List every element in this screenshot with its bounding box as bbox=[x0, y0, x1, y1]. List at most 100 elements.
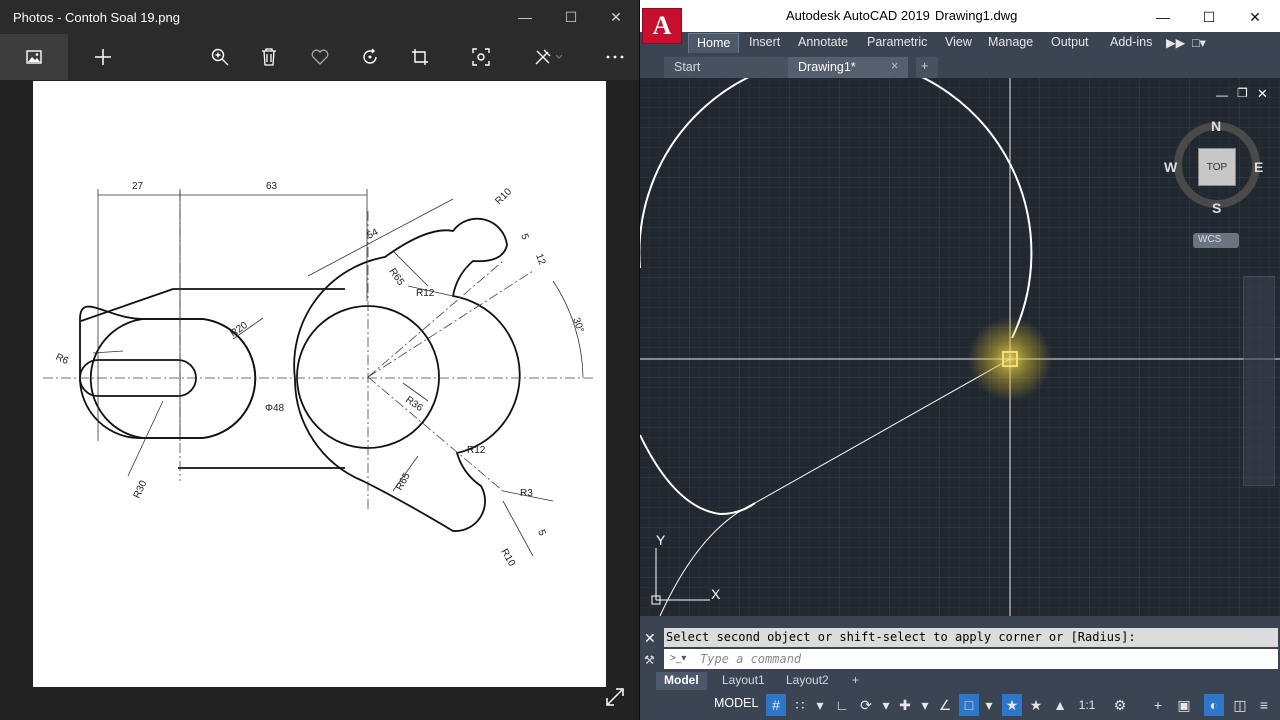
photos-titlebar: Photos - Contoh Soal 19.png — ☐ ✕ bbox=[0, 0, 639, 34]
isodraft-dropdown-icon[interactable]: ▾ bbox=[915, 694, 935, 716]
centerline-upper bbox=[367, 260, 504, 378]
favorite-icon[interactable] bbox=[297, 34, 343, 80]
zoom-in-icon[interactable] bbox=[197, 34, 243, 80]
annotation-scale-icon[interactable]: ▲ bbox=[1050, 694, 1070, 716]
viewport-minimize-icon[interactable]: — bbox=[1216, 88, 1228, 102]
label-r36: R36 bbox=[403, 394, 425, 414]
close-icon[interactable]: ✕ bbox=[1232, 0, 1278, 34]
workspace-gear-icon[interactable]: ⚙ bbox=[1110, 694, 1130, 716]
wcs-menu[interactable]: WCS bbox=[1193, 233, 1239, 248]
tab-parametric[interactable]: Parametric bbox=[859, 33, 935, 53]
dimension-54 bbox=[307, 198, 454, 277]
new-tab-icon[interactable]: + bbox=[916, 57, 938, 78]
polar-dropdown-icon[interactable]: ▾ bbox=[876, 694, 896, 716]
snap-icon[interactable]: ∷ bbox=[790, 694, 810, 716]
close-tab-icon[interactable]: × bbox=[891, 59, 898, 73]
rotate-icon[interactable] bbox=[347, 34, 393, 80]
viewcube-top-face[interactable]: TOP bbox=[1198, 148, 1236, 186]
ortho-icon[interactable]: ∟ bbox=[832, 694, 852, 716]
tab-output[interactable]: Output bbox=[1043, 33, 1097, 53]
dimension-lines-top bbox=[97, 189, 368, 441]
viewport-restore-icon[interactable]: ❐ bbox=[1237, 86, 1248, 100]
label-r6: R6 bbox=[54, 352, 71, 368]
annotation-scale-value[interactable]: 1:1 bbox=[1074, 694, 1100, 716]
object-snap-tracking-icon[interactable]: ∠ bbox=[935, 694, 955, 716]
ucs-x-label: X bbox=[711, 586, 721, 602]
ribbon-options-icon[interactable]: □▾ bbox=[1184, 33, 1214, 53]
annotation-visibility-icon[interactable]: ★ bbox=[1002, 694, 1022, 716]
model-space-button[interactable]: MODEL bbox=[714, 696, 758, 710]
object-snap-dropdown-icon[interactable]: ▾ bbox=[979, 694, 999, 716]
object-snap-icon[interactable]: □ bbox=[959, 694, 979, 716]
viewport-close-icon[interactable]: ✕ bbox=[1257, 86, 1268, 102]
compass-north[interactable]: N bbox=[1211, 118, 1221, 134]
label-r10-top: R10 bbox=[493, 186, 514, 207]
autocad-window: A Autodesk AutoCAD 2019 Drawing1.dwg — ☐… bbox=[640, 0, 1280, 720]
compass-east[interactable]: E bbox=[1254, 159, 1263, 175]
autocad-app-menu-button[interactable]: A bbox=[642, 8, 682, 44]
doc-tab-start[interactable]: Start bbox=[664, 57, 788, 78]
close-icon[interactable]: ✕ bbox=[593, 0, 639, 34]
annotation-monitor-icon[interactable]: + bbox=[1148, 694, 1168, 716]
grid-icon[interactable]: # bbox=[766, 694, 786, 716]
viewcube[interactable]: TOP N S E W bbox=[1164, 118, 1263, 216]
doc-tab-drawing1[interactable]: Drawing1* × bbox=[788, 57, 908, 78]
drawing-canvas[interactable]: Y X — ❐ ✕ TOP N S E W WCS bbox=[640, 78, 1280, 616]
edit-icon[interactable] bbox=[526, 34, 572, 80]
tab-layout2[interactable]: Layout2 bbox=[778, 672, 837, 690]
close-command-line-icon[interactable]: ✕ bbox=[644, 630, 656, 647]
isolate-objects-icon[interactable]: ◐ bbox=[1204, 694, 1224, 716]
more-icon[interactable] bbox=[592, 34, 638, 80]
enhance-icon[interactable] bbox=[458, 34, 504, 80]
command-history: Select second object or shift-select to … bbox=[664, 628, 1278, 647]
auto-scale-icon[interactable]: ★ bbox=[1026, 694, 1046, 716]
command-input[interactable]: Type a command bbox=[664, 649, 1278, 669]
dim-27: 27 bbox=[132, 181, 144, 192]
label-r65-bottom: R65 bbox=[394, 471, 413, 493]
customize-icon[interactable]: ⚒ bbox=[644, 653, 655, 667]
add-icon[interactable] bbox=[80, 34, 126, 80]
label-phi48: Φ48 bbox=[265, 403, 285, 414]
compass-south[interactable]: S bbox=[1212, 200, 1221, 216]
polar-icon[interactable]: ⟳ bbox=[856, 694, 876, 716]
command-prompt-icon[interactable]: >_▾ bbox=[670, 653, 686, 664]
label-r3: R3 bbox=[520, 488, 533, 499]
fullscreen-icon[interactable] bbox=[600, 682, 630, 712]
fullscreen-icon[interactable]: ◫ bbox=[1230, 694, 1250, 716]
tab-home[interactable]: Home bbox=[688, 33, 740, 53]
doc-tab-drawing1-label: Drawing1* bbox=[798, 60, 856, 74]
maximize-icon[interactable]: ☐ bbox=[1186, 0, 1232, 34]
tab-view[interactable]: View bbox=[937, 33, 980, 53]
tab-layout1[interactable]: Layout1 bbox=[714, 672, 773, 690]
tab-manage[interactable]: Manage bbox=[980, 33, 1041, 53]
add-layout-icon[interactable]: + bbox=[844, 672, 867, 690]
dim-5-bottom: 5 bbox=[535, 528, 547, 537]
navigation-bar[interactable] bbox=[1243, 276, 1275, 486]
photos-window: Photos - Contoh Soal 19.png — ☐ ✕ 27 63 … bbox=[0, 0, 639, 720]
leader-lines-left bbox=[92, 317, 264, 477]
left-boss bbox=[89, 318, 257, 439]
technical-drawing-image: 27 63 54 R10 5 12 30° R65 R12 R20 R6 Φ48… bbox=[33, 81, 606, 687]
snap-dropdown-icon[interactable]: ▾ bbox=[810, 694, 830, 716]
status-bar: MODEL # ∷ ▾ ∟ ⟳ ▾ ✚ ▾ ∠ □ ▾ ★ ★ ▲ 1:1 ⚙ … bbox=[640, 690, 1280, 720]
label-r65-top: R65 bbox=[387, 266, 407, 288]
label-r30: R30 bbox=[132, 479, 150, 501]
dim-5-top: 5 bbox=[518, 232, 530, 241]
minimize-icon[interactable]: — bbox=[1140, 0, 1186, 34]
tab-model[interactable]: Model bbox=[656, 672, 707, 690]
minimize-icon[interactable]: — bbox=[502, 0, 548, 34]
tab-annotate[interactable]: Annotate bbox=[790, 33, 856, 53]
delete-icon[interactable] bbox=[246, 34, 292, 80]
crop-icon[interactable] bbox=[397, 34, 443, 80]
maximize-icon[interactable]: ☐ bbox=[548, 0, 594, 34]
tab-insert[interactable]: Insert bbox=[741, 33, 788, 53]
compass-west[interactable]: W bbox=[1164, 159, 1177, 175]
customization-icon[interactable]: ≡ bbox=[1254, 694, 1274, 716]
image-icon[interactable] bbox=[0, 34, 68, 80]
tab-add-ins[interactable]: Add-ins bbox=[1102, 33, 1160, 53]
units-icon[interactable]: ▣ bbox=[1174, 694, 1194, 716]
document-tabs: Start Drawing1* × + bbox=[640, 54, 1280, 78]
command-line: ✕ Select second object or shift-select t… bbox=[640, 616, 1280, 672]
isodraft-icon[interactable]: ✚ bbox=[895, 694, 915, 716]
centerline-30 bbox=[367, 270, 534, 378]
